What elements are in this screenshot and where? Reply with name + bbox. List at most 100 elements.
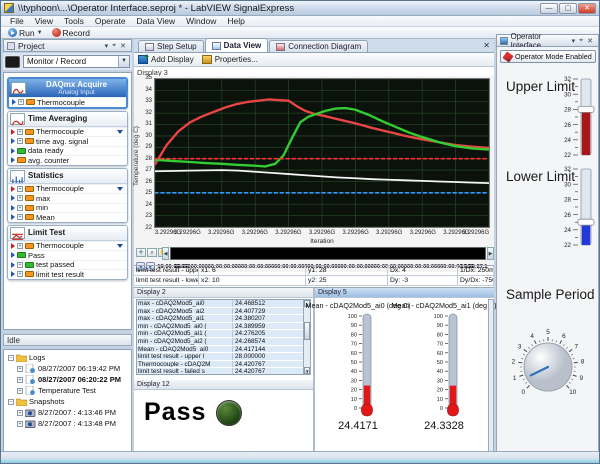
menu-item-file[interactable]: File — [5, 16, 29, 26]
mode-selector[interactable]: Monitor / Record ▼ — [23, 55, 130, 68]
tab-connection-diagram[interactable]: Connection Diagram — [269, 40, 368, 52]
pane-menu-icon[interactable]: ▾ — [103, 42, 111, 50]
channel-type-badge — [25, 138, 34, 144]
operator-icon — [500, 37, 508, 45]
tab-step-setup[interactable]: Step Setup — [138, 40, 204, 52]
upper-limit-slider[interactable]: 323028262422 — [553, 73, 599, 165]
properties-button[interactable]: Properties... — [202, 55, 258, 64]
expand-icon[interactable]: + — [17, 195, 23, 201]
expand-icon[interactable]: + — [17, 129, 23, 135]
expand-icon[interactable]: − — [8, 355, 14, 361]
channel-dropdown-icon[interactable] — [117, 244, 123, 248]
channel-row[interactable]: +Thermocouple — [9, 97, 126, 107]
step-header[interactable]: DAQmx AcquireAnalog Input — [9, 79, 126, 97]
display2-row[interactable]: max - cDAQ2Mod5_ai124.380207 — [137, 315, 303, 323]
step-statistics[interactable]: Statistics+Thermocouple+max+min+Mean — [7, 168, 128, 223]
close-dataview-icon[interactable]: ✕ — [483, 41, 494, 52]
display2-row[interactable]: min - cDAQ2Mod5_ai0 (24.389959 — [137, 323, 303, 331]
cursor-tool-icon[interactable]: ✛ — [136, 248, 146, 257]
run-dropdown-icon[interactable]: ▼ — [37, 30, 43, 36]
channel-arrow-icon — [11, 205, 15, 211]
channel-row[interactable]: +test passed — [8, 260, 127, 270]
expand-icon[interactable]: + — [18, 99, 24, 105]
minimize-button[interactable]: — — [540, 3, 558, 14]
channel-row[interactable]: +limit test result — [8, 269, 127, 279]
pane-menu-icon[interactable]: ▾ — [570, 37, 578, 45]
tab-data-view[interactable]: Data View — [205, 38, 269, 52]
operator-mode-button[interactable]: Operator Mode Enabled — [500, 50, 596, 63]
channel-row[interactable]: +max — [8, 193, 127, 203]
signal-value: 24.268574 — [233, 338, 303, 345]
close-pane-icon[interactable]: ✕ — [585, 37, 595, 45]
sample-period-knob[interactable]: 012345678910 — [501, 321, 595, 411]
zoom-tool-icon[interactable]: ⌕ — [147, 248, 157, 257]
menu-item-help[interactable]: Help — [222, 16, 249, 26]
channel-row[interactable]: +min — [8, 203, 127, 213]
expand-icon[interactable]: + — [17, 262, 23, 268]
expand-icon[interactable]: + — [17, 186, 23, 192]
channel-row[interactable]: +time avg. signal — [8, 136, 127, 146]
tree-item-8-27-2007-4-13-48-pm[interactable]: +8/27/2007 : 4:13:48 PM — [6, 418, 131, 429]
overview-scrollbar[interactable] — [170, 247, 486, 260]
display2-row[interactable]: min - cDAQ2Mod5_ai1 (24.276205 — [137, 330, 303, 338]
record-button[interactable]: Record — [49, 28, 93, 38]
channel-dropdown-icon[interactable] — [117, 130, 123, 134]
display2-row[interactable]: limit test result - upper l28.000000 — [137, 353, 303, 361]
display5-scrollbar[interactable] — [488, 299, 494, 452]
display2-row[interactable]: max - cDAQ2Mod5_ai224.407729 — [137, 308, 303, 316]
display2-scrollbar[interactable]: ▲ ▼ — [303, 299, 311, 375]
maximize-button[interactable]: ▢ — [559, 3, 577, 14]
expand-icon[interactable]: + — [17, 377, 23, 383]
expand-icon[interactable]: + — [17, 421, 23, 427]
add-display-button[interactable]: Add Display — [138, 55, 194, 64]
menu-item-window[interactable]: Window — [181, 16, 221, 26]
display2-row[interactable]: Thermocouple - cDAQ2M24.420767 — [137, 361, 303, 369]
display2-row[interactable]: limit test result - failed s24.420767 — [137, 368, 303, 375]
mode-selector-arrow-icon[interactable]: ▼ — [118, 56, 129, 67]
channel-row[interactable]: avg. counter — [8, 155, 127, 165]
project-pane-header: Project ▾ ⌖ ✕ — [3, 39, 132, 52]
channel-row[interactable]: +Thermocouple — [8, 127, 127, 137]
chart-plot[interactable] — [154, 78, 490, 228]
expand-icon[interactable]: + — [17, 271, 23, 277]
run-button[interactable]: Run ▼ — [5, 28, 46, 38]
close-pane-icon[interactable]: ✕ — [118, 42, 128, 50]
step-daqmx-acquire[interactable]: DAQmx AcquireAnalog Input+Thermocouple — [7, 77, 128, 109]
overview-left-arrow-icon[interactable]: ◀ — [162, 247, 169, 260]
display2-list[interactable]: max - cDAQ2Mod5_ai024.468512max - cDAQ2M… — [136, 299, 304, 375]
channel-row[interactable]: Pass — [8, 250, 127, 260]
channel-row[interactable]: +Thermocouple — [8, 184, 127, 194]
menu-item-data-view[interactable]: Data View — [132, 16, 181, 26]
scroll-thumb[interactable] — [304, 322, 310, 340]
pin-icon[interactable]: ⌖ — [577, 37, 585, 45]
lower-limit-slider[interactable]: 323028262422 — [553, 163, 599, 255]
channel-row[interactable]: +Thermocouple — [8, 241, 127, 251]
signal-value: 24.276205 — [233, 330, 303, 337]
display2-row[interactable]: max - cDAQ2Mod5_ai024.468512 — [137, 300, 303, 308]
channel-row[interactable]: +Mean — [8, 212, 127, 222]
expand-icon[interactable]: + — [17, 243, 23, 249]
display2-row[interactable]: min - cDAQ2Mod5_ai2 (24.268574 — [137, 338, 303, 346]
expand-icon[interactable]: + — [17, 138, 23, 144]
pin-icon[interactable]: ⌖ — [110, 42, 118, 50]
step-time-averaging[interactable]: Time Averaging+Thermocouple+time avg. si… — [7, 111, 128, 166]
expand-icon[interactable]: + — [17, 205, 23, 211]
expand-icon[interactable]: + — [17, 366, 23, 372]
display2-row[interactable]: Mean - cDAQ2Mod5_ai024.417144 — [137, 346, 303, 354]
step-header[interactable]: Statistics — [8, 169, 127, 184]
channel-dropdown-icon[interactable] — [117, 187, 123, 191]
expand-icon[interactable]: + — [17, 214, 23, 220]
expand-icon[interactable]: − — [8, 399, 14, 405]
overview-right-arrow-icon[interactable]: ▶ — [487, 247, 494, 260]
expand-icon[interactable]: + — [17, 410, 23, 416]
step-header[interactable]: Time Averaging — [8, 112, 127, 127]
menu-item-view[interactable]: View — [30, 16, 58, 26]
menubar: FileViewToolsOperateData ViewWindowHelp — [1, 16, 599, 27]
menu-item-operate[interactable]: Operate — [90, 16, 131, 26]
step-limit-test[interactable]: Limit Test+ThermocouplePass+test passed+… — [7, 225, 128, 280]
close-button[interactable]: ✕ — [578, 3, 596, 14]
scroll-down-icon[interactable]: ▼ — [304, 367, 310, 374]
channel-row[interactable]: data ready — [8, 146, 127, 156]
step-header[interactable]: Limit Test — [8, 226, 127, 241]
menu-item-tools[interactable]: Tools — [59, 16, 89, 26]
